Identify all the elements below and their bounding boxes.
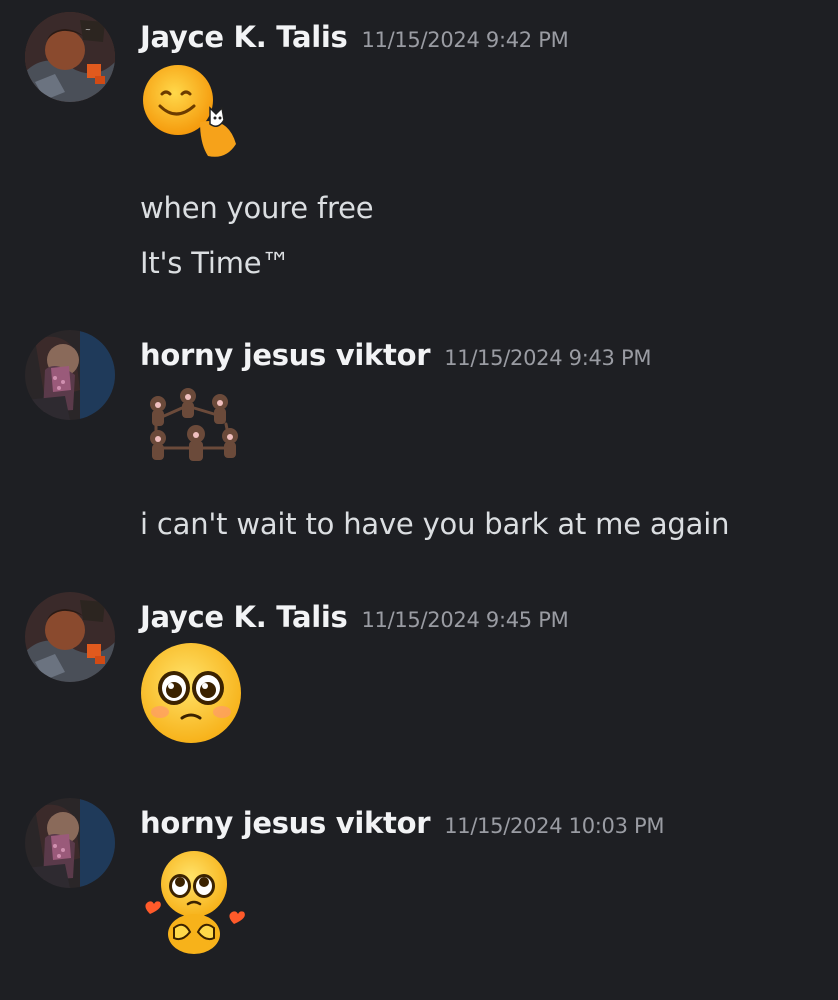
message-group: ~ Jayce K. Talis 11/15/2024 9:42 PM when … xyxy=(0,0,838,300)
pat-emoji-icon[interactable] xyxy=(138,64,248,164)
timestamp: 11/15/2024 9:45 PM xyxy=(361,608,569,632)
timestamp: 11/15/2024 9:43 PM xyxy=(444,346,652,370)
username[interactable]: Jayce K. Talis xyxy=(140,20,348,54)
user-avatar[interactable] xyxy=(25,592,115,682)
username[interactable]: horny jesus viktor xyxy=(140,338,431,372)
message-header: horny jesus viktor 11/15/2024 10:03 PM xyxy=(140,806,665,840)
timestamp: 11/15/2024 9:42 PM xyxy=(361,28,569,52)
message-text: when youre free xyxy=(140,191,374,225)
message-text: It's Time™ xyxy=(140,246,291,280)
message-group: horny jesus viktor 11/15/2024 10:03 PM xyxy=(0,790,838,1000)
user-avatar[interactable] xyxy=(25,798,115,888)
message-group: horny jesus viktor 11/15/2024 9:43 PM i … xyxy=(0,320,838,570)
shy-pleading-icon[interactable] xyxy=(138,848,248,958)
message-text: i can't wait to have you bark at me agai… xyxy=(140,507,730,541)
pleading-face-icon[interactable] xyxy=(138,638,248,748)
user-avatar[interactable]: ~ xyxy=(25,12,115,102)
dancing-monkeys-icon[interactable] xyxy=(138,386,248,476)
message-header: Jayce K. Talis 11/15/2024 9:42 PM xyxy=(140,20,569,54)
svg-text:~: ~ xyxy=(85,26,91,34)
username[interactable]: horny jesus viktor xyxy=(140,806,431,840)
message-header: horny jesus viktor 11/15/2024 9:43 PM xyxy=(140,338,651,372)
username[interactable]: Jayce K. Talis xyxy=(140,600,348,634)
timestamp: 11/15/2024 10:03 PM xyxy=(444,814,665,838)
message-group: Jayce K. Talis 11/15/2024 9:45 PM xyxy=(0,580,838,780)
user-avatar[interactable] xyxy=(25,330,115,420)
message-header: Jayce K. Talis 11/15/2024 9:45 PM xyxy=(140,600,569,634)
